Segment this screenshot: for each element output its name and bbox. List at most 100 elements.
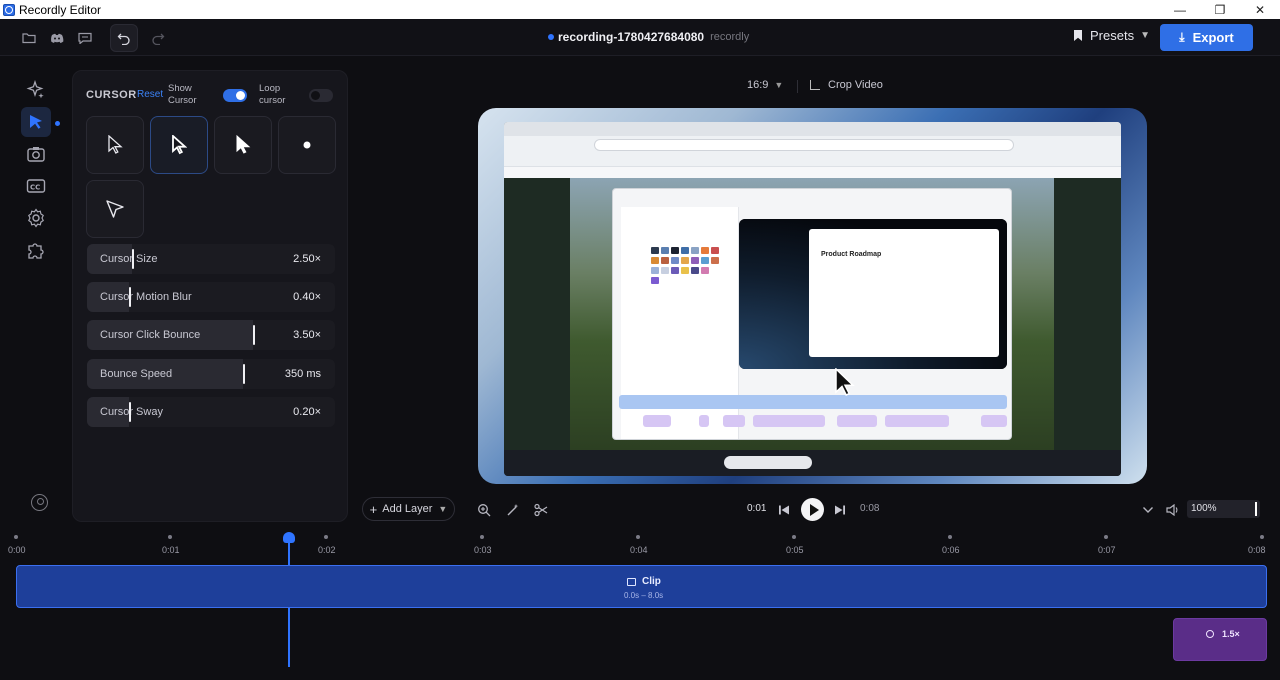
project-title: recording-1780427684080 recordly [548, 30, 749, 44]
redo-button[interactable] [144, 24, 172, 52]
loop-cursor-toggle[interactable] [309, 89, 333, 102]
tick-label: 0:07 [1098, 545, 1116, 555]
cursor-style-dot[interactable] [278, 116, 336, 174]
crop-icon [810, 80, 820, 90]
zoom-slider-thumb[interactable] [1255, 502, 1257, 516]
cursor-style-arrow-tip[interactable] [86, 180, 144, 238]
window-title: Recordly Editor [19, 2, 102, 17]
taskbar-search [724, 456, 812, 469]
aspect-ratio-value: 16:9 [747, 79, 769, 91]
cursor-style-arrow-outline[interactable] [86, 116, 144, 174]
tick-mark [324, 535, 328, 539]
window-controls: — ❐ ✕ [1160, 0, 1280, 19]
magic-wand-icon[interactable] [505, 502, 521, 518]
slider-cursor-click-bounce[interactable]: Cursor Click Bounce 3.50× [87, 320, 335, 350]
settings-icon[interactable] [21, 203, 51, 233]
slider-thumb[interactable] [132, 249, 134, 269]
cursor-style-arrow-bold[interactable] [150, 116, 208, 174]
cursor-icon[interactable] [21, 107, 51, 137]
scissors-icon[interactable] [533, 502, 549, 518]
nested-recording: Product Roadmap [739, 219, 1007, 369]
slider-label: Cursor Size [100, 253, 158, 265]
nested-zoom-clip [885, 415, 949, 427]
zoom-clip[interactable]: 1.5× [1173, 618, 1267, 661]
zoom-icon [1206, 630, 1214, 638]
presets-label: Presets [1090, 28, 1135, 43]
show-cursor-toggle[interactable] [223, 89, 247, 102]
tick-mark [168, 535, 172, 539]
tick-mark [636, 535, 640, 539]
app-header: recording-1780427684080 recordly Presets… [0, 19, 1280, 56]
recorded-screen: Product Roadmap [504, 122, 1121, 476]
download-icon: ⤓ [1179, 30, 1185, 44]
bookmark-icon [1074, 30, 1082, 41]
user-icon[interactable] [31, 494, 48, 511]
reset-link[interactable]: Reset [137, 89, 163, 100]
tick-mark [1104, 535, 1108, 539]
nested-zoom-clip [699, 415, 709, 427]
presets-button[interactable]: Presets ▼ [1074, 28, 1150, 43]
feedback-icon[interactable] [74, 27, 96, 49]
slider-value: 0.40× [293, 291, 321, 303]
slider-bounce-speed[interactable]: Bounce Speed 350 ms [87, 359, 335, 389]
video-preview[interactable]: Product Roadmap [478, 108, 1147, 484]
camera-icon[interactable] [21, 139, 51, 169]
dot-icon [303, 141, 311, 149]
zoom-in-icon[interactable] [476, 502, 492, 518]
open-folder-icon[interactable] [18, 27, 40, 49]
undo-button[interactable] [110, 24, 138, 52]
slider-thumb[interactable] [253, 325, 255, 345]
volume-icon[interactable] [1165, 502, 1181, 518]
slider-thumb[interactable] [129, 402, 131, 422]
browser-address-bar [594, 139, 1014, 151]
skip-back-icon[interactable] [776, 502, 792, 518]
nested-editor-window: Product Roadmap [612, 188, 1012, 440]
captions-icon[interactable]: CC [21, 171, 51, 201]
skip-forward-icon[interactable] [832, 502, 848, 518]
playhead-handle[interactable] [283, 532, 295, 543]
slider-cursor-motion-blur[interactable]: Cursor Motion Blur 0.40× [87, 282, 335, 312]
tick-label: 0:06 [942, 545, 960, 555]
current-time: 0:01 [747, 503, 767, 514]
zoom-level-slider[interactable]: 100% [1187, 500, 1260, 518]
timeline-ruler[interactable]: 0:00 0:01 0:02 0:03 0:04 0:05 0:06 0:07 0:08 [0, 530, 1280, 560]
slider-thumb[interactable] [129, 287, 131, 307]
arrow-outline-icon [108, 135, 123, 154]
app-icon [3, 3, 15, 16]
tick-label: 0:02 [318, 545, 336, 555]
project-name: recording-1780427684080 [558, 30, 705, 44]
aspect-ratio-select[interactable]: 16:9 ▼ [747, 79, 783, 91]
export-button[interactable]: ⤓ Export [1160, 24, 1253, 51]
sparkles-icon[interactable] [21, 75, 51, 105]
slider-cursor-sway[interactable]: Cursor Sway 0.20× [87, 397, 335, 427]
export-label: Export [1192, 30, 1234, 45]
slider-value: 0.20× [293, 406, 321, 418]
slider-thumb[interactable] [243, 364, 245, 384]
plus-icon: + [369, 501, 378, 517]
close-button[interactable]: ✕ [1240, 0, 1280, 19]
svg-text:CC: CC [30, 184, 40, 192]
play-button[interactable] [801, 498, 824, 521]
slider-value: 350 ms [284, 368, 321, 380]
nested-document: Product Roadmap [809, 229, 999, 357]
slider-cursor-size[interactable]: Cursor Size 2.50× [87, 244, 335, 274]
maximize-button[interactable]: ❐ [1200, 0, 1240, 19]
chevron-down-icon: ▼ [1140, 30, 1150, 41]
add-layer-label: Add Layer [382, 503, 433, 515]
arrow-outline-bold-icon [172, 135, 187, 155]
nested-timeline [619, 395, 1007, 409]
minimize-button[interactable]: — [1160, 0, 1200, 19]
chevron-down-icon[interactable] [1140, 502, 1156, 518]
puzzle-icon[interactable] [21, 235, 51, 265]
discord-icon[interactable] [46, 27, 68, 49]
crop-video-button[interactable]: Crop Video [810, 79, 883, 91]
nested-zoom-clip [643, 415, 671, 427]
slider-value: 3.50× [293, 329, 321, 341]
video-clip[interactable]: Clip 0.0s – 8.0s [16, 565, 1267, 608]
tick-mark [14, 535, 18, 539]
slider-value: 2.50× [293, 253, 321, 265]
tick-mark [792, 535, 796, 539]
cursor-style-arrow-filled[interactable] [214, 116, 272, 174]
add-layer-button[interactable]: + Add Layer ▼ [362, 497, 455, 521]
film-icon [627, 577, 636, 586]
